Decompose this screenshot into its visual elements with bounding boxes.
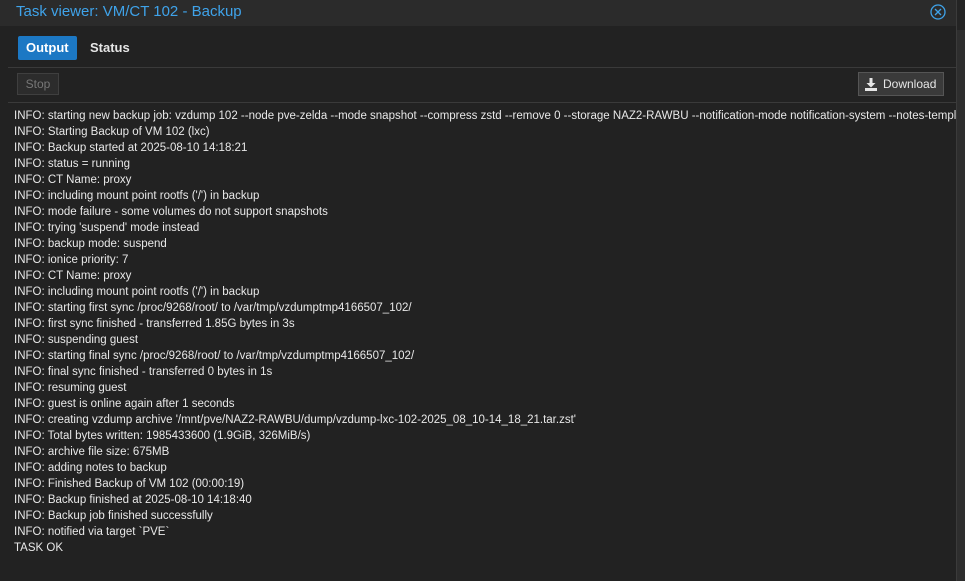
log-line: INFO: starting new backup job: vzdump 10… <box>14 110 956 122</box>
close-icon[interactable] <box>930 4 946 20</box>
log-line: INFO: including mount point rootfs ('/')… <box>14 190 260 202</box>
log-line: INFO: status = running <box>14 158 131 170</box>
log-line: INFO: starting first sync /proc/9268/roo… <box>14 302 412 314</box>
log-line: INFO: Backup finished at 2025-08-10 14:1… <box>14 494 252 506</box>
log-line: TASK OK <box>14 542 63 554</box>
log-line: INFO: notified via target `PVE` <box>14 526 170 538</box>
window-titlebar[interactable]: Task viewer: VM/CT 102 - Backup <box>0 0 956 26</box>
log-line: INFO: mode failure - some volumes do not… <box>14 206 328 218</box>
log-line: INFO: Backup job finished successfully <box>14 510 213 522</box>
log-line: INFO: suspending guest <box>14 334 139 346</box>
log-line: INFO: creating vzdump archive '/mnt/pve/… <box>14 414 576 426</box>
log-line: INFO: Starting Backup of VM 102 (lxc) <box>14 126 210 138</box>
download-label: Download <box>883 77 937 91</box>
log-line: INFO: archive file size: 675MB <box>14 446 170 458</box>
log-line: INFO: backup mode: suspend <box>14 238 167 250</box>
tab-bar: Output Status <box>8 31 956 68</box>
log-line: INFO: Finished Backup of VM 102 (00:00:1… <box>14 478 245 490</box>
log-line: INFO: including mount point rootfs ('/')… <box>14 286 260 298</box>
download-icon <box>865 78 877 91</box>
tab-status[interactable]: Status <box>82 36 138 60</box>
log-line: INFO: Total bytes written: 1985433600 (1… <box>14 430 311 442</box>
log-line: INFO: CT Name: proxy <box>14 270 132 282</box>
stop-button[interactable]: Stop <box>17 73 59 95</box>
task-viewer-window: Task viewer: VM/CT 102 - Backup Output S… <box>0 0 957 581</box>
log-line: INFO: guest is online again after 1 seco… <box>14 398 235 410</box>
log-line: INFO: ionice priority: 7 <box>14 254 129 266</box>
log-line: INFO: starting final sync /proc/9268/roo… <box>14 350 415 362</box>
tab-output[interactable]: Output <box>18 36 77 60</box>
log-line: INFO: CT Name: proxy <box>14 174 132 186</box>
log-line: INFO: adding notes to backup <box>14 462 167 474</box>
log-line: INFO: trying 'suspend' mode instead <box>14 222 200 234</box>
toolbar: Stop Download <box>8 68 956 103</box>
window-title: Task viewer: VM/CT 102 - Backup <box>16 3 242 20</box>
log-line: INFO: first sync finished - transferred … <box>14 318 295 330</box>
log-line: INFO: resuming guest <box>14 382 127 394</box>
download-button[interactable]: Download <box>858 72 944 96</box>
task-log-output[interactable]: INFO: starting new backup job: vzdump 10… <box>14 108 956 574</box>
log-line: INFO: Backup started at 2025-08-10 14:18… <box>14 142 248 154</box>
background-panel-edge <box>956 30 965 581</box>
log-line: INFO: final sync finished - transferred … <box>14 366 273 378</box>
